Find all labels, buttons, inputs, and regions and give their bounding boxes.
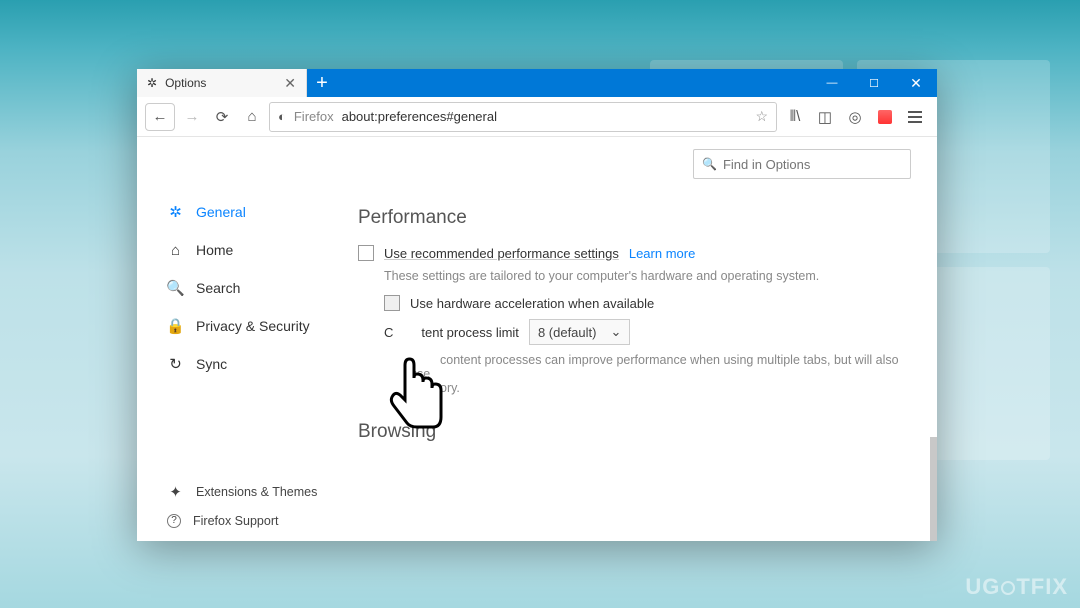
select-value: 8 (default) (538, 325, 597, 340)
search-icon: 🔍 (167, 279, 184, 297)
sidebar-item-general[interactable]: ✲ General (167, 193, 352, 231)
watermark: UGTFIX (965, 574, 1068, 600)
checkbox-hw-accel[interactable] (384, 295, 400, 311)
preferences-main: 🔍 Performance Use recommended performanc… (352, 137, 937, 541)
note-content-processes: content processes can improve performanc… (410, 353, 911, 395)
gear-icon: ✲ (167, 203, 184, 221)
library-icon[interactable]: ⫴\ (781, 104, 809, 130)
question-icon: ? (167, 514, 181, 528)
sidebar-item-label: General (196, 204, 246, 220)
puzzle-icon: ✦ (167, 483, 184, 501)
url-toolbar: ← → ⟳ ⌂ ◐ Firefox about:preferences#gene… (137, 97, 937, 137)
label-fragment-left: C (384, 325, 393, 340)
label-use-recommended: Use recommended performance settings (384, 246, 619, 261)
address-bar[interactable]: ◐ Firefox about:preferences#general ☆ (269, 102, 777, 132)
search-icon: 🔍 (702, 157, 717, 171)
firefox-label: Firefox (294, 109, 334, 124)
link-learn-more[interactable]: Learn more (629, 246, 695, 261)
firefox-window: ✲ Options ✕ + — ☐ ✕ ← → ⟳ ⌂ ◐ Firefox ab… (137, 69, 937, 541)
select-content-limit[interactable]: 8 (default) ⌄ (529, 319, 630, 345)
maximize-button[interactable]: ☐ (853, 69, 895, 97)
reload-button[interactable]: ⟳ (209, 104, 235, 130)
address-text: about:preferences#general (342, 109, 497, 124)
toolbar-right-icons: ⫴\ ◫ ◎ (781, 104, 929, 130)
pointer-cursor-overlay (385, 355, 455, 440)
sidebar-icon[interactable]: ◫ (811, 104, 839, 130)
back-button[interactable]: ← (145, 103, 175, 131)
home-icon: ⌂ (167, 242, 184, 259)
titlebar: ✲ Options ✕ + — ☐ ✕ (137, 69, 937, 97)
search-input[interactable] (723, 157, 902, 172)
row-content-limit: C tent process limit 8 (default) ⌄ (384, 319, 911, 345)
content-area: ✲ General ⌂ Home 🔍 Search 🔒 Privacy & Se… (137, 137, 937, 541)
preferences-sidebar: ✲ General ⌂ Home 🔍 Search 🔒 Privacy & Se… (137, 137, 352, 541)
sidebar-item-label: Extensions & Themes (196, 485, 317, 499)
sidebar-item-search[interactable]: 🔍 Search (167, 269, 352, 307)
label-content-limit: tent process limit (421, 325, 519, 340)
section-title-performance: Performance (358, 207, 911, 229)
sidebar-item-home[interactable]: ⌂ Home (167, 231, 352, 269)
menu-button[interactable] (901, 104, 929, 130)
window-controls: — ☐ ✕ (811, 69, 937, 97)
account-icon[interactable]: ◎ (841, 104, 869, 130)
sidebar-item-label: Search (196, 280, 240, 296)
row-hw-accel: Use hardware acceleration when available (384, 295, 911, 311)
sidebar-item-label: Privacy & Security (196, 318, 310, 334)
firefox-icon: ◐ (278, 109, 286, 124)
forward-button[interactable]: → (179, 104, 205, 130)
sidebar-item-label: Sync (196, 356, 227, 372)
new-tab-button[interactable]: + (307, 69, 337, 97)
sidebar-item-extensions[interactable]: ✦ Extensions & Themes (167, 477, 352, 506)
sync-icon: ↻ (167, 355, 184, 373)
home-button[interactable]: ⌂ (239, 104, 265, 130)
gear-icon: ✲ (147, 76, 157, 90)
sidebar-item-sync[interactable]: ↻ Sync (167, 345, 352, 383)
sidebar-bottom: ✦ Extensions & Themes ? Firefox Support (167, 477, 352, 535)
bookmark-star-icon[interactable]: ☆ (755, 108, 768, 125)
hint-recommended: These settings are tailored to your comp… (384, 269, 911, 283)
chevron-down-icon: ⌄ (610, 324, 621, 340)
row-use-recommended: Use recommended performance settings Lea… (358, 245, 911, 261)
checkbox-use-recommended[interactable] (358, 245, 374, 261)
sidebar-item-privacy[interactable]: 🔒 Privacy & Security (167, 307, 352, 345)
tab-close-icon[interactable]: ✕ (284, 75, 296, 92)
close-button[interactable]: ✕ (895, 69, 937, 97)
sidebar-item-label: Home (196, 242, 233, 258)
lock-icon: 🔒 (167, 317, 184, 335)
label-hw-accel: Use hardware acceleration when available (410, 296, 654, 311)
hamburger-icon (908, 111, 922, 123)
minimize-button[interactable]: — (811, 69, 853, 97)
pocket-icon[interactable] (871, 104, 899, 130)
scrollbar-thumb[interactable] (930, 437, 937, 541)
tab-title: Options (165, 76, 206, 90)
find-in-options[interactable]: 🔍 (693, 149, 911, 179)
sidebar-item-support[interactable]: ? Firefox Support (167, 506, 352, 535)
tab-options[interactable]: ✲ Options ✕ (137, 69, 307, 97)
sidebar-item-label: Firefox Support (193, 514, 278, 528)
